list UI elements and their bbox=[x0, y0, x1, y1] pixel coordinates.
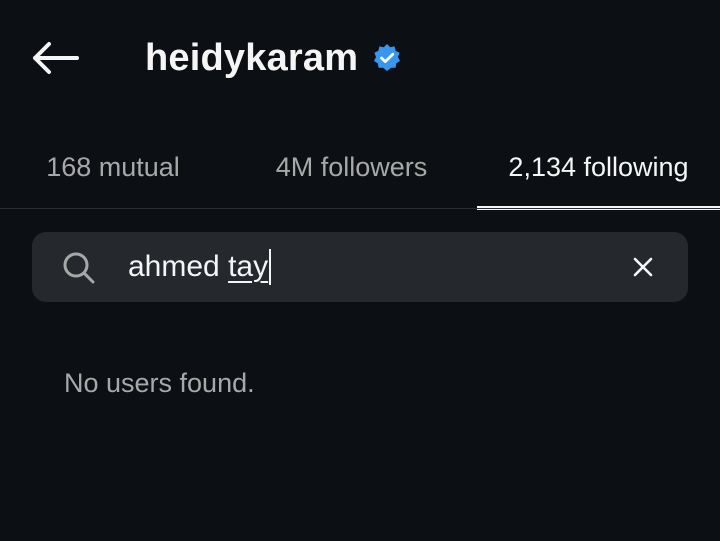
verified-badge-icon bbox=[372, 43, 402, 73]
search-input[interactable]: ahmed tay bbox=[128, 244, 272, 290]
search-bar[interactable]: ahmed tay bbox=[32, 232, 688, 302]
username: heidykaram bbox=[145, 36, 359, 79]
search-icon bbox=[63, 252, 95, 284]
arrow-left-icon bbox=[33, 42, 79, 74]
tab-followers-label: 4M followers bbox=[275, 151, 428, 182]
search-input-text: ahmed bbox=[128, 250, 229, 283]
tab-following[interactable]: 2,134 following bbox=[477, 125, 720, 210]
tab-following-label: 2,134 following bbox=[508, 151, 689, 182]
text-caret bbox=[269, 249, 272, 285]
empty-results-message: No users found. bbox=[64, 368, 255, 398]
search-input-composing-text: tay bbox=[228, 250, 269, 283]
profile-title: heidykaram bbox=[145, 30, 402, 86]
back-button[interactable] bbox=[26, 34, 84, 82]
tab-mutual[interactable]: 168 mutual bbox=[0, 125, 226, 209]
top-bar: heidykaram bbox=[0, 0, 720, 115]
close-icon bbox=[633, 257, 653, 277]
tabs-divider bbox=[0, 208, 720, 209]
tab-followers[interactable]: 4M followers bbox=[226, 125, 477, 209]
clear-search-button[interactable] bbox=[628, 252, 658, 282]
tab-mutual-label: 168 mutual bbox=[46, 151, 180, 182]
follow-tabs: 168 mutual 4M followers 2,134 following bbox=[0, 125, 720, 210]
